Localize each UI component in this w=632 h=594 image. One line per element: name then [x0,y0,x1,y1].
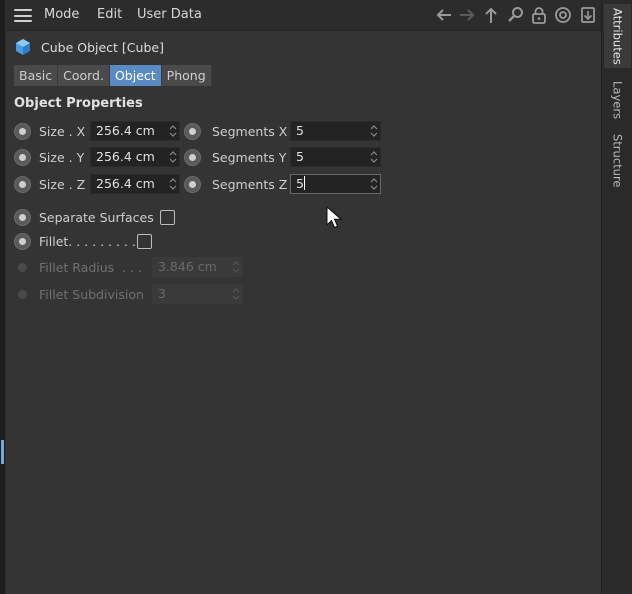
separate-surfaces-animate-icon[interactable] [14,208,31,226]
side-tab-strip: Attributes Layers Structure [601,0,632,594]
separate-surfaces-label: Separate Surfaces [39,209,154,225]
fillet-radius-label: Fillet Radius . . . [39,259,142,275]
arrow-up-icon[interactable] [481,5,501,25]
size-x-animate-icon[interactable] [14,122,31,140]
segments-x-field[interactable]: 5 [290,121,381,141]
fillet-subdivision-label: Fillet Subdivision [39,286,144,302]
size-z-label: Size . Z [39,176,86,192]
side-tab-attributes[interactable]: Attributes [604,4,631,68]
segments-y-row: Segments Y [184,147,286,167]
tab-phong[interactable]: Phong [161,65,212,86]
text-caret [304,176,305,190]
segments-y-value: 5 [296,149,304,164]
fillet-label: Fillet. . . . . . . . . [39,233,136,249]
segments-x-stepper-icon[interactable] [370,124,378,138]
size-x-field[interactable]: 256.4 cm [90,121,180,141]
side-tab-structure[interactable]: Structure [604,130,631,192]
fillet-subdivision-stepper-icon [232,287,240,301]
segments-z-animate-icon[interactable] [184,175,201,193]
separate-surfaces-checkbox[interactable] [159,209,175,225]
fillet-radius-animate-icon [18,262,27,272]
fillet-checkbox[interactable] [137,233,152,249]
new-panel-icon[interactable] [578,5,598,25]
menu-user-data[interactable]: User Data [137,7,202,22]
size-y-value: 256.4 cm [96,149,155,164]
lock-icon[interactable] [529,5,549,25]
fillet-row: Fillet. . . . . . . . . [14,231,152,251]
arrow-left-icon[interactable] [434,5,454,25]
size-x-label: Size . X [39,123,86,139]
segments-y-label: Segments Y [212,149,287,165]
hamburger-menu-icon[interactable] [14,9,32,22]
size-y-row: Size . Y [14,147,84,167]
segments-y-field[interactable]: 5 [290,147,381,167]
menu-edit[interactable]: Edit [97,7,122,22]
segments-y-stepper-icon[interactable] [370,150,378,164]
segments-z-value: 5 [296,176,304,191]
left-edge-marker [1,440,4,464]
size-x-value: 256.4 cm [96,123,155,138]
size-z-row: Size . Z [14,174,85,194]
segments-x-label: Segments X [212,123,288,139]
segments-x-value: 5 [296,123,304,138]
fillet-radius-row: Fillet Radius . . . [14,257,142,277]
fillet-radius-field: 3.846 cm [152,257,243,277]
attribute-tabs: Basic Coord. Object Phong [14,65,212,86]
size-z-stepper-icon[interactable] [169,177,177,191]
fillet-subdivision-value: 3 [158,286,166,301]
segments-z-stepper-icon[interactable] [370,177,378,191]
arrow-right-icon[interactable] [457,5,477,25]
tab-object[interactable]: Object [109,65,162,86]
size-y-stepper-icon[interactable] [169,150,177,164]
size-y-field[interactable]: 256.4 cm [90,147,180,167]
mouse-cursor-icon [326,206,342,229]
size-y-animate-icon[interactable] [14,148,31,166]
segments-x-animate-icon[interactable] [184,122,201,140]
cube-icon [16,39,30,55]
search-icon[interactable] [506,5,526,25]
menu-bar: Mode Edit User Data [6,0,601,31]
tab-coord[interactable]: Coord. [58,65,110,86]
tab-basic[interactable]: Basic [14,65,59,86]
fillet-subdivision-animate-icon [18,289,27,299]
target-icon[interactable] [553,5,573,25]
segments-y-animate-icon[interactable] [184,148,201,166]
size-z-animate-icon[interactable] [14,175,31,193]
object-title-row: Cube Object [Cube] [14,37,164,57]
segments-x-row: Segments X [184,121,287,141]
fillet-subdivision-row: Fillet Subdivision [14,284,144,304]
size-y-label: Size . Y [39,149,85,165]
object-title: Cube Object [Cube] [41,39,164,55]
fillet-subdivision-field: 3 [152,284,243,304]
section-title: Object Properties [14,96,143,111]
segments-z-label: Segments Z [212,176,288,192]
separate-surfaces-row: Separate Surfaces [14,207,175,227]
fillet-radius-stepper-icon [232,260,240,274]
size-z-value: 256.4 cm [96,176,155,191]
fillet-animate-icon[interactable] [14,232,31,250]
size-z-field[interactable]: 256.4 cm [90,174,180,194]
attributes-panel: Mode Edit User Data Cube Object [Cube] B… [6,0,601,594]
size-x-row: Size . X [14,121,85,141]
fillet-radius-value: 3.846 cm [158,259,217,274]
menu-mode[interactable]: Mode [44,7,79,22]
size-x-stepper-icon[interactable] [169,124,177,138]
side-tab-layers[interactable]: Layers [604,76,631,124]
segments-z-row: Segments Z [184,174,287,194]
